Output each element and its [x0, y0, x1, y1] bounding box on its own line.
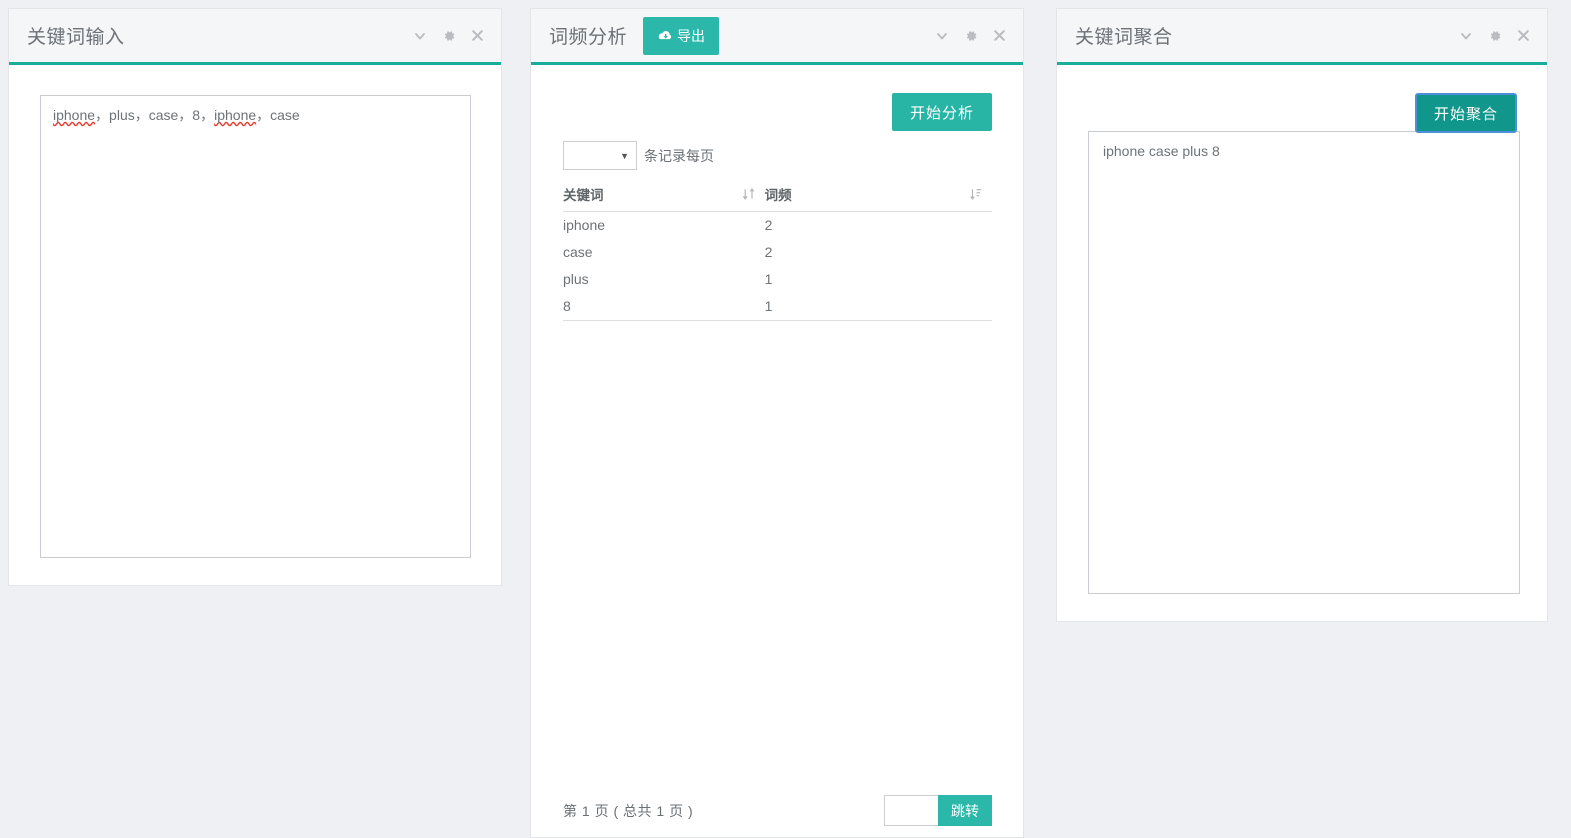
- panel-title-keyword-aggregate: 关键词聚合: [1075, 22, 1173, 49]
- export-button[interactable]: 导出: [643, 17, 719, 55]
- panel-tools-keyword-aggregate: [1458, 28, 1531, 43]
- sort-desc-icon: [969, 187, 982, 204]
- sort-both-icon: [742, 187, 755, 204]
- page-length-select-wrap: 102550100 ▼: [563, 141, 637, 170]
- cell-frequency: 2: [765, 212, 992, 240]
- panel-header-keyword-aggregate: 关键词聚合: [1057, 9, 1547, 65]
- column-header-keyword-label: 关键词: [563, 188, 604, 203]
- cell-keyword: 8: [563, 293, 765, 321]
- aggregate-action-row: 开始聚合: [1088, 65, 1516, 132]
- table-row: 81: [563, 293, 992, 321]
- chevron-down-icon[interactable]: [934, 28, 949, 43]
- analyze-action-row: 开始分析: [563, 65, 992, 131]
- cell-keyword: plus: [563, 266, 765, 293]
- chevron-down-icon[interactable]: [412, 28, 427, 43]
- cell-keyword: iphone: [563, 212, 765, 240]
- cloud-download-icon: [657, 29, 673, 43]
- table-body: iphone2case2plus181: [563, 212, 992, 321]
- panel-tools-keyword-input: [412, 28, 485, 43]
- panel-body-word-frequency: 开始分析 102550100 ▼ 条记录每页 关键词 词: [531, 65, 1023, 837]
- cell-frequency: 1: [765, 266, 992, 293]
- table-row: plus1: [563, 266, 992, 293]
- close-icon[interactable]: [992, 28, 1007, 43]
- panel-title-keyword-input: 关键词输入: [27, 22, 125, 49]
- panel-header-word-frequency: 词频分析 导出: [531, 9, 1023, 65]
- keyword-text: ，plus，case，8，: [95, 107, 214, 123]
- panel-title-word-frequency: 词频分析: [549, 22, 627, 49]
- keyword-text: ，case: [256, 107, 300, 123]
- misspelled-word: iphone: [214, 107, 256, 123]
- gear-icon[interactable]: [963, 28, 978, 43]
- page-length-row: 102550100 ▼ 条记录每页: [563, 141, 992, 170]
- panel-header-keyword-input: 关键词输入: [9, 9, 501, 65]
- gear-icon[interactable]: [1487, 28, 1502, 43]
- misspelled-word: iphone: [53, 107, 95, 123]
- pagination-row: 第 1 页 ( 总共 1 页 ) 跳转: [563, 795, 992, 826]
- panel-keyword-aggregate: 关键词聚合 开始聚合 iphone case plus 8: [1056, 8, 1548, 622]
- cell-frequency: 1: [765, 293, 992, 321]
- close-icon[interactable]: [1516, 28, 1531, 43]
- pagination-info: 第 1 页 ( 总共 1 页 ): [563, 801, 693, 821]
- page-length-label: 条记录每页: [644, 146, 714, 166]
- jump-page-button[interactable]: 跳转: [938, 795, 992, 826]
- aggregate-result-textarea[interactable]: iphone case plus 8: [1088, 131, 1520, 594]
- cell-frequency: 2: [765, 239, 992, 266]
- column-header-keyword[interactable]: 关键词: [563, 178, 765, 212]
- table-row: case2: [563, 239, 992, 266]
- cell-keyword: case: [563, 239, 765, 266]
- table-head: 关键词 词频: [563, 178, 992, 212]
- panel-body-keyword-aggregate: 开始聚合 iphone case plus 8: [1057, 65, 1547, 621]
- table-header-row: 关键词 词频: [563, 178, 992, 212]
- panel-word-frequency: 词频分析 导出 开始分析 102550100 ▼: [530, 8, 1024, 838]
- panel-tools-word-frequency: [934, 28, 1007, 43]
- column-header-frequency[interactable]: 词频: [765, 178, 992, 212]
- export-button-label: 导出: [677, 29, 705, 43]
- panel-keyword-input: 关键词输入 iphone，plus，case，8，iphone，case: [8, 8, 502, 586]
- close-icon[interactable]: [470, 28, 485, 43]
- table-row: iphone2: [563, 212, 992, 240]
- jump-page-input[interactable]: [884, 795, 938, 826]
- start-analysis-button[interactable]: 开始分析: [892, 93, 992, 131]
- chevron-down-icon[interactable]: [1458, 28, 1473, 43]
- keyword-input-textarea[interactable]: iphone，plus，case，8，iphone，case: [40, 95, 471, 558]
- page-length-select[interactable]: 102550100: [563, 141, 637, 170]
- panel-body-keyword-input: iphone，plus，case，8，iphone，case: [9, 65, 501, 585]
- pagination-jump-group: 跳转: [884, 795, 992, 826]
- gear-icon[interactable]: [441, 28, 456, 43]
- column-header-frequency-label: 词频: [765, 188, 792, 203]
- word-frequency-table: 关键词 词频 iphone2case2plus181: [563, 178, 992, 321]
- start-aggregate-button[interactable]: 开始聚合: [1416, 94, 1516, 132]
